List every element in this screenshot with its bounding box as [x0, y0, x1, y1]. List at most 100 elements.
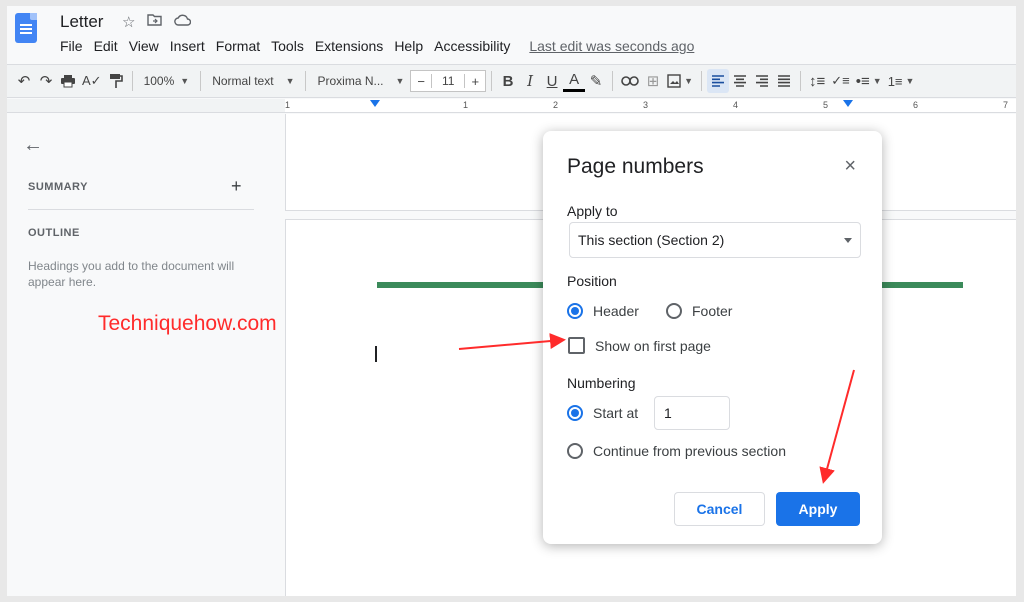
cancel-button[interactable]: Cancel — [674, 492, 765, 526]
folder-move-icon[interactable] — [147, 13, 163, 31]
chevron-down-icon: ▼ — [285, 76, 295, 86]
ruler-number: 7 — [1003, 100, 1009, 110]
right-indent-marker[interactable] — [843, 100, 853, 107]
zoom-value: 100% — [143, 74, 175, 88]
document-title[interactable]: Letter — [60, 12, 103, 32]
text-cursor — [375, 346, 377, 362]
ruler-number: 2 — [553, 100, 559, 110]
show-first-page-option[interactable]: Show on first page — [568, 337, 711, 354]
start-at-radio[interactable] — [567, 405, 583, 421]
underline-icon[interactable]: U — [541, 69, 563, 93]
zoom-select[interactable]: 100% ▼ — [138, 69, 196, 93]
header-radio-option[interactable]: Header — [567, 303, 639, 319]
chevron-down-icon: ▼ — [684, 76, 693, 86]
menu-accessibility[interactable]: Accessibility — [434, 38, 510, 54]
toolbar-divider — [800, 71, 801, 91]
align-center-icon[interactable] — [729, 69, 751, 93]
footer-radio[interactable] — [666, 303, 682, 319]
apply-button[interactable]: Apply — [776, 492, 860, 526]
align-left-icon[interactable] — [707, 69, 729, 93]
print-icon[interactable] — [57, 69, 79, 93]
star-icon[interactable]: ☆ — [122, 13, 135, 31]
chevron-down-icon: ▼ — [180, 76, 190, 86]
last-edit-link[interactable]: Last edit was seconds ago — [529, 38, 694, 54]
style-value: Normal text — [212, 74, 274, 88]
style-select[interactable]: Normal text ▼ — [206, 69, 300, 93]
increase-font-button[interactable]: + — [465, 74, 485, 89]
menu-extensions[interactable]: Extensions — [315, 38, 383, 54]
toolbar-divider — [701, 71, 702, 91]
sidebar-divider — [28, 209, 254, 210]
outline-heading: OUTLINE — [28, 227, 80, 239]
back-arrow-icon[interactable]: ← — [23, 134, 43, 157]
ruler-number: 3 — [643, 100, 649, 110]
menu-format[interactable]: Format — [216, 38, 260, 54]
menu-help[interactable]: Help — [394, 38, 423, 54]
checklist-icon[interactable]: ✓≡ — [828, 69, 852, 93]
header-radio[interactable] — [567, 303, 583, 319]
watermark-text: Techniquehow.com — [98, 312, 277, 335]
position-label: Position — [567, 273, 617, 289]
close-icon[interactable]: × — [844, 155, 856, 178]
justify-icon[interactable] — [773, 69, 795, 93]
apply-to-label: Apply to — [567, 203, 618, 219]
align-right-icon[interactable] — [751, 69, 773, 93]
start-at-option[interactable]: Start at — [567, 405, 638, 421]
docs-logo-icon[interactable] — [15, 13, 37, 43]
continue-radio[interactable] — [567, 443, 583, 459]
ruler[interactable]: 1 1 2 3 4 5 6 7 — [285, 99, 1016, 113]
dialog-title: Page numbers — [567, 155, 704, 178]
ruler-number: 1 — [285, 100, 291, 110]
menu-view[interactable]: View — [129, 38, 159, 54]
ruler-number: 1 — [463, 100, 469, 110]
show-first-page-checkbox[interactable] — [568, 337, 585, 354]
apply-to-select[interactable]: This section (Section 2) — [569, 222, 861, 258]
app-window: Letter ☆ File Edit View Insert Format To… — [7, 6, 1016, 596]
numbered-list-icon[interactable]: 1≡ ▼ — [885, 69, 918, 93]
bulleted-list-icon[interactable]: •≡ ▼ — [853, 69, 885, 93]
text-color-icon[interactable]: A — [563, 70, 586, 92]
menu-tools[interactable]: Tools — [271, 38, 304, 54]
menu-insert[interactable]: Insert — [170, 38, 205, 54]
ruler-number: 6 — [913, 100, 919, 110]
toolbar-divider — [131, 71, 133, 91]
apply-to-value: This section (Section 2) — [578, 232, 725, 248]
header-label: Header — [593, 303, 639, 319]
cloud-icon[interactable] — [174, 13, 192, 31]
chevron-down-icon — [844, 237, 852, 243]
chevron-down-icon: ▼ — [872, 76, 882, 86]
undo-icon[interactable]: ↶ — [13, 69, 35, 93]
start-at-label: Start at — [593, 405, 639, 421]
comment-icon[interactable]: ⊞ — [642, 69, 664, 93]
font-size-input[interactable]: 11 — [431, 74, 466, 88]
menu-file[interactable]: File — [60, 38, 83, 54]
page-numbers-dialog: Page numbers × Apply to This section (Se… — [543, 131, 882, 544]
toolbar-divider — [491, 71, 493, 91]
redo-icon[interactable]: ↷ — [35, 69, 57, 93]
add-summary-button[interactable]: + — [231, 176, 242, 197]
paint-format-icon[interactable] — [105, 69, 127, 93]
toolbar: ↶ ↷ A✓ 100% ▼ Normal text ▼ Proxima N... ▼ … — [7, 64, 1016, 98]
link-icon[interactable] — [618, 69, 642, 93]
font-value: Proxima N... — [317, 74, 384, 88]
line-spacing-icon[interactable]: ↕≡ — [806, 69, 828, 93]
spellcheck-icon[interactable]: A✓ — [79, 69, 105, 93]
footer-radio-option[interactable]: Footer — [666, 303, 732, 319]
menu-bar: File Edit View Insert Format Tools Exten… — [60, 38, 705, 54]
continue-label: Continue from previous section — [593, 443, 786, 459]
menu-edit[interactable]: Edit — [94, 38, 118, 54]
toolbar-divider — [612, 71, 614, 91]
continue-option[interactable]: Continue from previous section — [567, 443, 786, 459]
font-select[interactable]: Proxima N... ▼ — [311, 69, 410, 93]
left-indent-marker[interactable] — [370, 100, 380, 107]
outline-hint: Headings you add to the document will ap… — [28, 259, 235, 289]
decrease-font-button[interactable]: − — [411, 74, 431, 89]
highlight-icon[interactable]: ✎ — [585, 69, 607, 93]
start-at-input[interactable]: 1 — [654, 396, 730, 430]
numbering-label: Numbering — [567, 375, 636, 391]
italic-icon[interactable]: I — [519, 69, 541, 93]
summary-heading: SUMMARY — [28, 181, 88, 193]
show-first-page-label: Show on first page — [595, 337, 711, 354]
bold-icon[interactable]: B — [497, 69, 519, 93]
image-icon[interactable]: ▼ — [664, 69, 696, 93]
